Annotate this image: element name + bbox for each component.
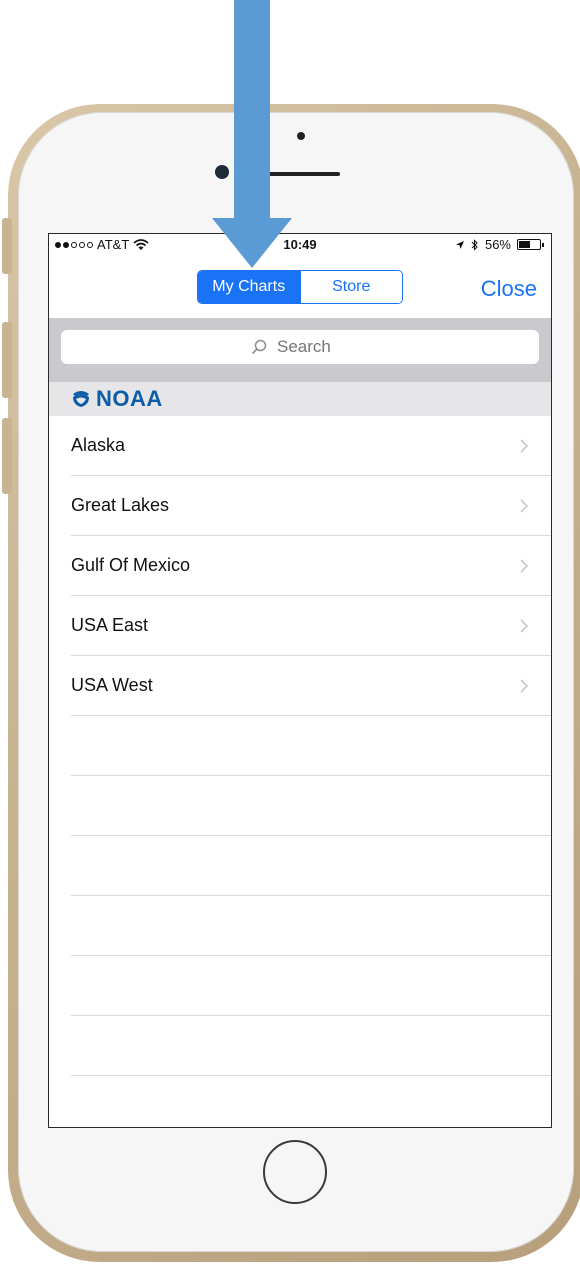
noaa-logo-icon <box>73 391 89 407</box>
chevron-right-icon <box>520 679 529 693</box>
list-item-label: USA East <box>71 615 149 635</box>
search-bar <box>49 318 551 382</box>
list-item-alaska[interactable]: Alaska <box>71 416 551 476</box>
volume-down-button <box>2 418 12 494</box>
charts-segmented-control[interactable]: My Charts Store <box>197 270 403 304</box>
status-right: 56% <box>455 237 544 252</box>
close-button[interactable]: Close <box>481 276 537 302</box>
search-field[interactable] <box>61 330 539 364</box>
list-item-label: Gulf Of Mexico <box>71 555 191 575</box>
list-item-label: Great Lakes <box>71 495 170 515</box>
chevron-right-icon <box>520 439 529 453</box>
empty-row <box>71 836 551 896</box>
empty-row <box>71 716 551 776</box>
search-input[interactable] <box>275 336 349 358</box>
chevron-right-icon <box>520 499 529 513</box>
home-button[interactable] <box>263 1140 327 1204</box>
empty-row <box>71 1016 551 1076</box>
location-arrow-icon <box>455 240 464 249</box>
proximity-sensor <box>297 132 305 140</box>
list-item-label: USA West <box>71 675 153 695</box>
battery-percent: 56% <box>484 237 511 252</box>
volume-up-button <box>2 322 12 398</box>
list-item-gulf-of-mexico[interactable]: Gulf Of Mexico <box>71 536 551 596</box>
list-item-usa-east[interactable]: USA East <box>71 596 551 656</box>
navigation-bar: My Charts Store Close <box>49 256 551 318</box>
section-title: NOAA <box>96 386 163 411</box>
list-item-great-lakes[interactable]: Great Lakes <box>71 476 551 536</box>
section-header-noaa: NOAA <box>49 382 551 416</box>
segment-store[interactable]: Store <box>299 271 402 303</box>
empty-row <box>71 896 551 956</box>
segment-my-charts[interactable]: My Charts <box>198 271 300 303</box>
chevron-right-icon <box>520 619 529 633</box>
empty-row <box>71 956 551 1016</box>
battery-icon <box>517 239 544 250</box>
down-arrow-icon <box>212 0 292 268</box>
bluetooth-icon <box>471 238 478 251</box>
list-item-usa-west[interactable]: USA West <box>71 656 551 716</box>
empty-row <box>71 776 551 836</box>
list-item-label: Alaska <box>71 435 126 455</box>
status-bar: AT&T 10:49 56% <box>49 234 551 256</box>
chart-region-list: Alaska Great Lakes Gulf Of Mexico USA Ea… <box>49 416 551 1127</box>
empty-row <box>71 1076 551 1127</box>
phone-screen: AT&T 10:49 56% My Charts Store Close Sea… <box>48 233 552 1128</box>
chevron-right-icon <box>520 559 529 573</box>
search-icon <box>251 339 267 355</box>
mute-switch <box>2 218 12 274</box>
